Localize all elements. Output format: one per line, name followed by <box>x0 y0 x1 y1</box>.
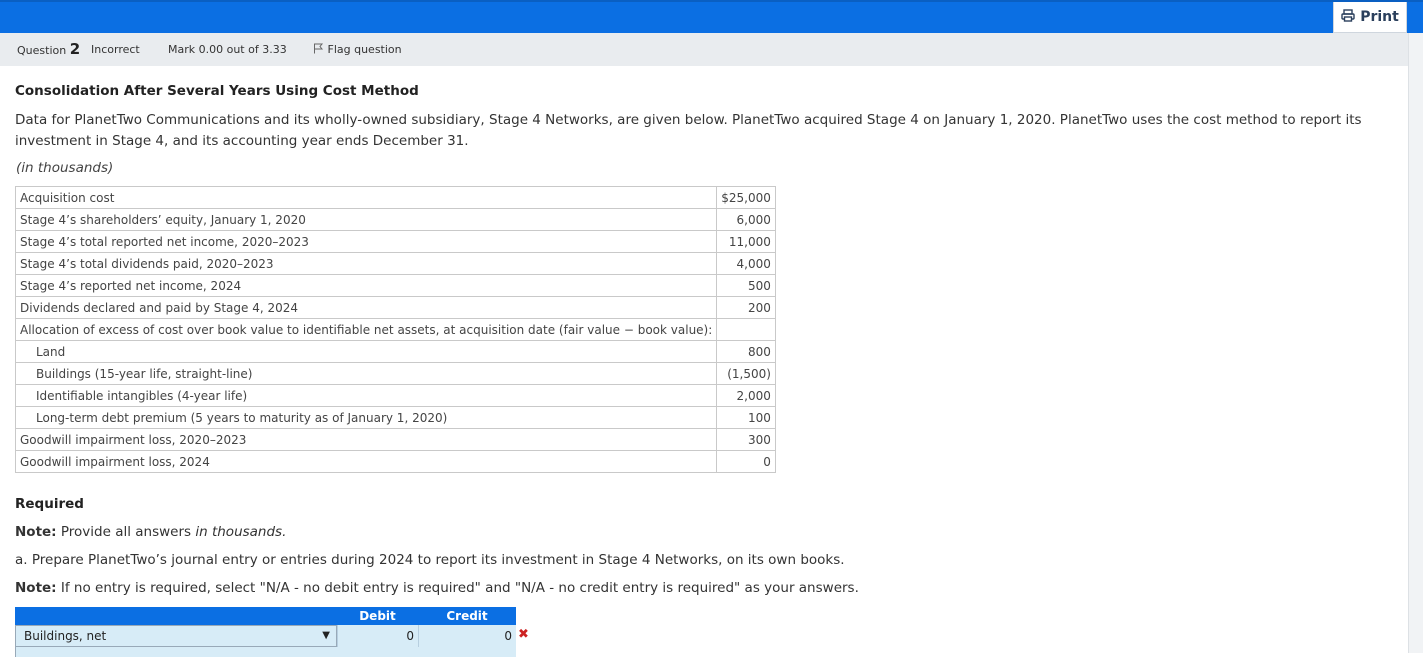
row-label: Goodwill impairment loss, 2020–2023 <box>14 428 718 451</box>
credit-header: Credit <box>446 609 488 623</box>
page-scrollbar[interactable] <box>1408 33 1423 653</box>
account-select[interactable]: Buildings, net ▼ <box>15 625 337 647</box>
row-value: 500 <box>716 274 776 297</box>
row-value: 100 <box>716 406 776 429</box>
required-heading: Required <box>15 496 84 512</box>
data-table: Acquisition cost $25,000 Stage 4’s shareho… <box>14 186 776 473</box>
table-row: Stage 4’s reported net income, 2024 500 <box>14 274 776 297</box>
row-value: 0 <box>716 450 776 473</box>
row-label: Allocation of excess of cost over book v… <box>14 318 718 341</box>
note-no-entry: Note: If no entry is required, select "N… <box>15 580 859 596</box>
row-label: Land <box>14 340 718 363</box>
row-label: Stage 4’s total dividends paid, 2020–202… <box>14 252 718 275</box>
flag-icon <box>313 43 328 56</box>
question-status: Incorrect <box>91 43 140 56</box>
journal-row: Buildings, net ▼ 0 0 <box>15 625 516 647</box>
print-button[interactable]: Print <box>1333 2 1407 33</box>
row-value: 11,000 <box>716 230 776 253</box>
table-row: Long-term debt premium (5 years to matur… <box>14 406 776 429</box>
question-mark: Mark 0.00 out of 3.33 <box>168 43 287 56</box>
table-row: Goodwill impairment loss, 2020–2023 300 <box>14 428 776 451</box>
print-label: Print <box>1360 9 1399 25</box>
table-row: Identifiable intangibles (4-year life) 2,… <box>14 384 776 407</box>
problem-title: Consolidation After Several Years Using … <box>15 83 419 99</box>
row-label: Stage 4’s shareholders’ equity, January … <box>14 208 718 231</box>
problem-paragraph: Data for PlanetTwo Communications and it… <box>15 112 1362 149</box>
debit-input[interactable]: 0 <box>337 625 418 647</box>
chevron-down-icon: ▼ <box>322 630 330 641</box>
journal-header: Debit Credit <box>15 607 516 625</box>
printer-icon <box>1341 8 1355 26</box>
part-a-instruction: a. Prepare PlanetTwo’s journal entry or … <box>15 552 845 568</box>
row-label: Buildings (15-year life, straight-line) <box>14 362 718 385</box>
note-thousands: Note: Provide all answers in thousands. <box>15 524 287 540</box>
debit-header: Debit <box>359 609 396 623</box>
row-label: Goodwill impairment loss, 2024 <box>14 450 718 473</box>
row-value: (1,500) <box>716 362 776 385</box>
row-value: 6,000 <box>716 208 776 231</box>
row-value: 2,000 <box>716 384 776 407</box>
row-value: 300 <box>716 428 776 451</box>
incorrect-icon: ✖ <box>518 627 529 642</box>
question-label: Question 2 <box>17 40 81 58</box>
table-row: Goodwill impairment loss, 2024 0 <box>14 450 776 473</box>
question-info-bar: Question 2 Incorrect Mark 0.00 out of 3.… <box>0 33 1408 66</box>
table-row: Buildings (15-year life, straight-line)(… <box>14 362 776 385</box>
table-row: Stage 4’s shareholders’ equity, January … <box>14 208 776 231</box>
table-row: Dividends declared and paid by Stage 4, … <box>14 296 776 319</box>
table-row: Stage 4’s total dividends paid, 2020–202… <box>14 252 776 275</box>
row-label: Stage 4’s total reported net income, 202… <box>14 230 718 253</box>
row-value <box>716 318 776 341</box>
question-number: 2 <box>69 40 81 58</box>
row-label: Long-term debt premium (5 years to matur… <box>14 406 718 429</box>
row-label: Acquisition cost <box>14 186 718 209</box>
row-value: 4,000 <box>716 252 776 275</box>
journal-row-next <box>15 647 516 657</box>
table-row: Land 800 <box>14 340 776 363</box>
flag-question-label: Flag question <box>327 43 402 56</box>
credit-input[interactable]: 0 <box>418 625 516 647</box>
row-value: $25,000 <box>716 186 776 209</box>
flag-question-link[interactable]: Flag question <box>313 33 402 66</box>
table-row: Allocation of excess of cost over book v… <box>14 318 776 341</box>
units-note: (in thousands) <box>16 160 114 176</box>
row-value: 800 <box>716 340 776 363</box>
table-row: Stage 4’s total reported net income, 202… <box>14 230 776 253</box>
row-value: 200 <box>716 296 776 319</box>
top-banner <box>0 0 1423 33</box>
row-label: Identifiable intangibles (4-year life) <box>14 384 718 407</box>
table-row: Acquisition cost $25,000 <box>14 186 776 209</box>
row-label: Stage 4’s reported net income, 2024 <box>14 274 718 297</box>
row-label: Dividends declared and paid by Stage 4, … <box>14 296 718 319</box>
